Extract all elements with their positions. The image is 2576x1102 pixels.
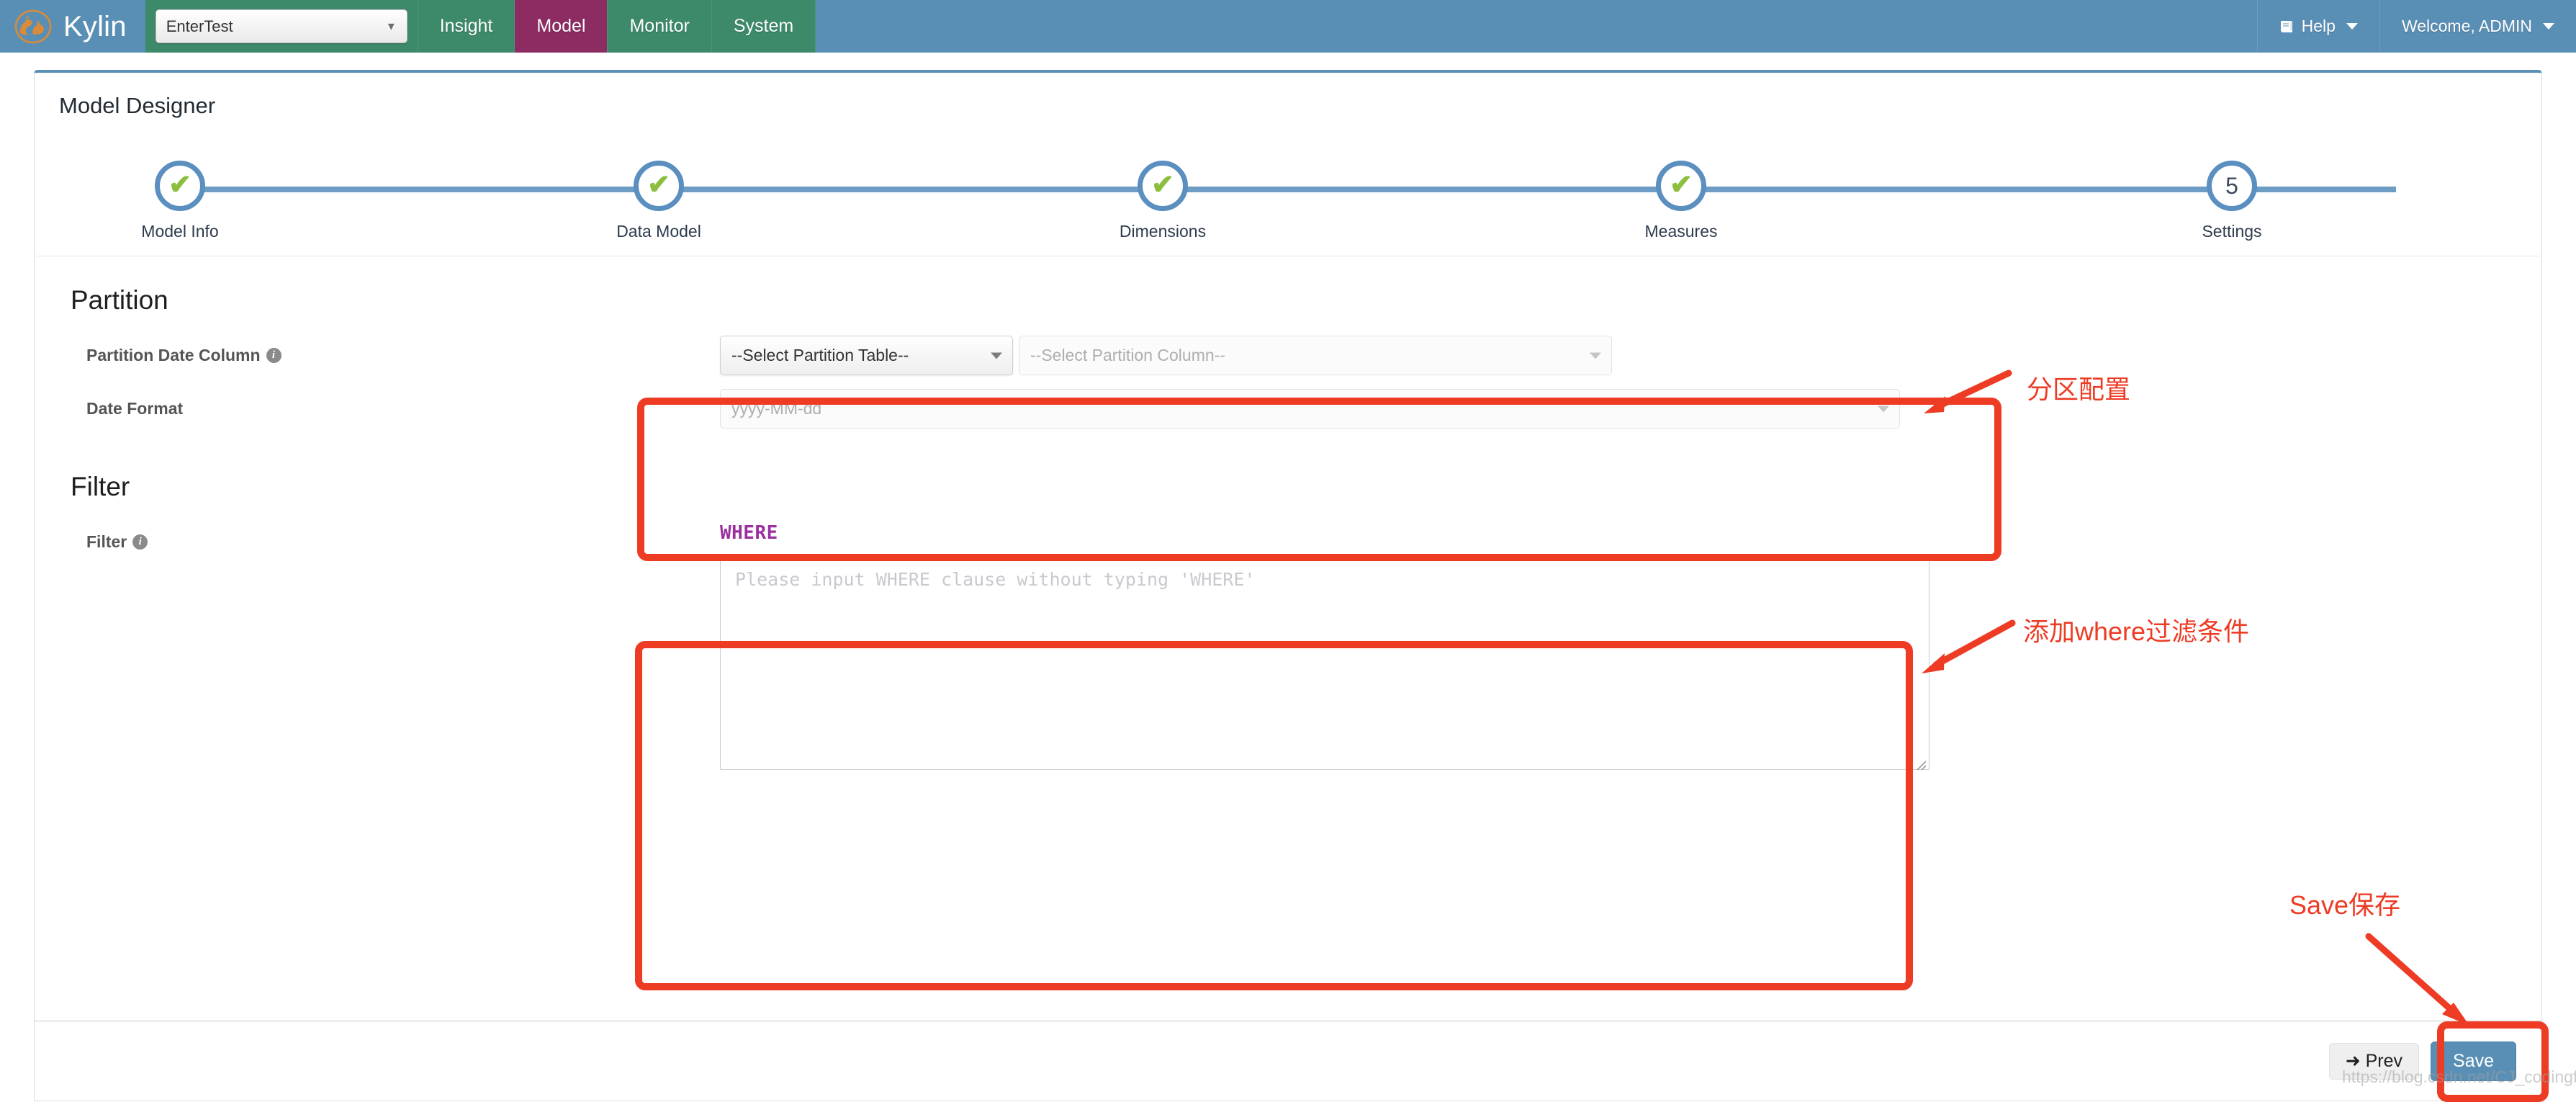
chevron-down-icon xyxy=(2543,23,2554,30)
nav-item-label: Monitor xyxy=(629,16,689,37)
resize-handle-icon[interactable] xyxy=(1914,754,1927,767)
chevron-down-icon xyxy=(1590,352,1601,359)
annotation-text-save: Save保存 xyxy=(2289,884,2400,922)
check-icon: ✔ xyxy=(1670,171,1693,199)
info-icon[interactable]: i xyxy=(266,348,282,363)
nav-item-monitor[interactable]: Monitor xyxy=(608,0,711,53)
nav-item-system[interactable]: System xyxy=(712,0,816,53)
book-icon xyxy=(2279,19,2295,34)
label-text: Filter xyxy=(86,532,127,552)
step-label: Dimensions xyxy=(1091,222,1235,241)
step-dimensions[interactable]: ✔ Dimensions xyxy=(1091,161,1235,241)
page-title: Model Designer xyxy=(35,73,2541,138)
brand-area[interactable]: Kylin xyxy=(0,0,145,53)
step-model-info[interactable]: ✔ Model Info xyxy=(108,161,252,241)
step-label: Data Model xyxy=(587,222,731,241)
partition-selects-group: --Select Partition Table-- --Select Part… xyxy=(720,336,1612,375)
kylin-logo-icon xyxy=(13,9,53,45)
date-format-row: Date Format yyyy-MM-dd xyxy=(35,389,2541,429)
filter-label: Filter i xyxy=(86,522,720,552)
user-menu[interactable]: Welcome, ADMIN xyxy=(2379,0,2576,53)
step-label: Model Info xyxy=(108,222,252,241)
nav-item-label: System xyxy=(734,16,793,37)
project-select-value: EnterTest xyxy=(166,17,233,36)
where-label: WHERE xyxy=(720,522,1929,544)
date-format-label: Date Format xyxy=(86,389,720,418)
nav-item-insight[interactable]: Insight xyxy=(418,0,515,53)
annotation-text-filter: 添加where过滤条件 xyxy=(2023,611,2249,648)
annotation-text-partition: 分区配置 xyxy=(2027,369,2130,406)
check-icon: ✔ xyxy=(168,171,192,199)
step-marker: 5 xyxy=(2207,161,2257,211)
step-settings[interactable]: 5 Settings xyxy=(2160,161,2304,241)
check-icon: ✔ xyxy=(1151,171,1174,199)
watermark-text: https://blog.csdn.net/CJ_codingfish xyxy=(2342,1067,2576,1087)
chevron-down-icon xyxy=(991,352,1002,359)
step-measures[interactable]: ✔ Measures xyxy=(1609,161,1753,241)
brand-title: Kylin xyxy=(63,12,127,41)
step-marker: ✔ xyxy=(634,161,684,211)
step-number: 5 xyxy=(2225,174,2238,197)
step-label: Measures xyxy=(1609,222,1753,241)
navbar-right-group: Help Welcome, ADMIN xyxy=(2257,0,2576,53)
help-menu[interactable]: Help xyxy=(2257,0,2379,53)
step-data-model[interactable]: ✔ Data Model xyxy=(587,161,731,241)
partition-date-column-label: Partition Date Column i xyxy=(86,336,720,365)
step-marker: ✔ xyxy=(155,161,205,211)
step-marker: ✔ xyxy=(1656,161,1706,211)
partition-column-select[interactable]: --Select Partition Column-- xyxy=(1019,336,1612,375)
chevron-down-icon: ▼ xyxy=(386,20,397,32)
stepper-connector-line xyxy=(180,187,2396,192)
step-marker: ✔ xyxy=(1138,161,1188,211)
step-label: Settings xyxy=(2160,222,2304,241)
wizard-footer: ➜ Prev Save xyxy=(35,1020,2541,1101)
partition-date-column-row: Partition Date Column i --Select Partiti… xyxy=(35,336,2541,375)
date-format-select[interactable]: yyyy-MM-dd xyxy=(720,389,1900,429)
project-select[interactable]: EnterTest ▼ xyxy=(156,9,407,43)
nav-item-label: Insight xyxy=(440,16,493,37)
where-placeholder: Please input WHERE clause without typing… xyxy=(735,569,1255,590)
date-format-value: yyyy-MM-dd xyxy=(731,399,821,418)
model-designer-panel: Model Designer ✔ Model Info ✔ Data Model… xyxy=(34,70,2542,1101)
where-editor-group: WHERE Please input WHERE clause without … xyxy=(720,522,1929,770)
chevron-down-icon xyxy=(2346,23,2358,30)
info-icon[interactable]: i xyxy=(132,534,148,550)
project-selector-container: EnterTest ▼ xyxy=(145,0,418,53)
label-text: Date Format xyxy=(86,399,183,418)
partition-section-title: Partition xyxy=(35,256,2541,315)
nav-item-model[interactable]: Model xyxy=(515,0,608,53)
partition-table-value: --Select Partition Table-- xyxy=(731,346,909,365)
partition-column-value: --Select Partition Column-- xyxy=(1030,346,1225,365)
where-clause-textarea[interactable]: Please input WHERE clause without typing… xyxy=(720,555,1929,770)
help-label: Help xyxy=(2302,17,2336,36)
welcome-label: Welcome, ADMIN xyxy=(2402,17,2532,36)
label-text: Partition Date Column xyxy=(86,346,261,365)
check-icon: ✔ xyxy=(647,171,670,199)
wizard-stepper: ✔ Model Info ✔ Data Model ✔ Dimensions ✔… xyxy=(36,138,2540,256)
partition-table-select[interactable]: --Select Partition Table-- xyxy=(720,336,1013,375)
nav-item-label: Model xyxy=(536,16,585,37)
navbar-spacer xyxy=(816,0,2256,53)
chevron-down-icon xyxy=(1878,406,1889,412)
filter-section-title: Filter xyxy=(35,429,2541,502)
top-navbar: Kylin EnterTest ▼ Insight Model Monitor … xyxy=(0,0,2576,53)
